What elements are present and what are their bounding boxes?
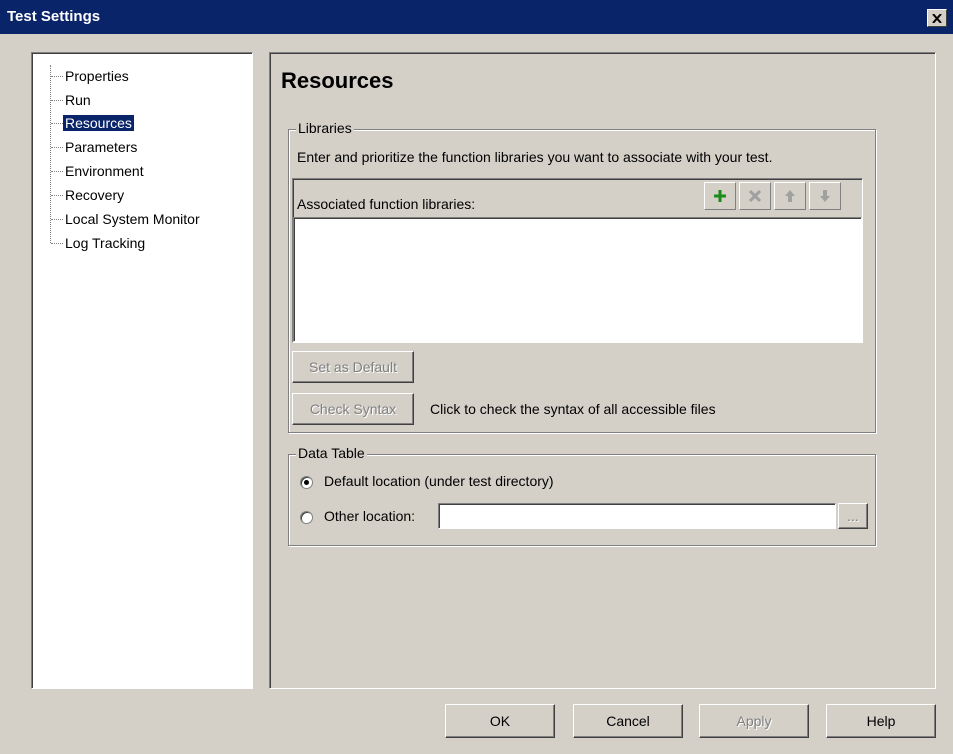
- check-syntax-hint: Click to check the syntax of all accessi…: [430, 401, 716, 417]
- ok-label: OK: [489, 713, 511, 729]
- settings-tree[interactable]: Properties Run Resources Parameters Envi…: [31, 52, 253, 689]
- close-button[interactable]: [927, 9, 947, 27]
- cancel-button[interactable]: Cancel: [573, 704, 683, 738]
- other-location-input[interactable]: [438, 503, 836, 529]
- tree-item-resources[interactable]: Resources: [32, 112, 134, 134]
- cancel-label: Cancel: [606, 713, 650, 729]
- tree-item-label: Recovery: [65, 187, 125, 203]
- set-as-default-label: Set as Default: [309, 359, 397, 375]
- page-title: Resources: [281, 68, 394, 93]
- add-icon: [714, 190, 726, 202]
- default-location-radio[interactable]: [300, 476, 313, 489]
- move-up-button[interactable]: [774, 182, 806, 210]
- tree-item-label: Environment: [65, 163, 144, 179]
- title-bar: Test Settings: [0, 0, 953, 34]
- tree-item-label: Run: [65, 92, 91, 108]
- window-title: Test Settings: [7, 8, 101, 25]
- tree-item-label: Properties: [65, 68, 129, 84]
- tree-item-run[interactable]: Run: [32, 89, 93, 111]
- libraries-list-container: Associated function libraries:: [292, 178, 863, 343]
- data-table-group: [288, 454, 876, 546]
- tree-item-local-system-monitor[interactable]: Local System Monitor: [32, 208, 202, 230]
- close-icon: [932, 13, 942, 23]
- check-syntax-button[interactable]: Check Syntax: [292, 393, 414, 425]
- check-syntax-label: Check Syntax: [309, 401, 397, 417]
- move-up-icon: [785, 190, 795, 202]
- browse-button[interactable]: ...: [838, 503, 868, 529]
- apply-label: Apply: [736, 713, 772, 729]
- help-button[interactable]: Help: [826, 704, 936, 738]
- tree-item-log-tracking[interactable]: Log Tracking: [32, 232, 147, 254]
- tree-item-label: Parameters: [65, 139, 138, 155]
- tree-item-parameters[interactable]: Parameters: [32, 136, 139, 158]
- tree-item-label: Local System Monitor: [65, 211, 200, 227]
- other-location-label[interactable]: Other location:: [324, 508, 415, 524]
- libraries-list-label: Associated function libraries:: [297, 196, 476, 212]
- tree-item-label: Resources: [63, 115, 134, 131]
- move-down-icon: [820, 190, 830, 202]
- remove-library-button[interactable]: [739, 182, 771, 210]
- libraries-list[interactable]: [293, 217, 862, 342]
- set-as-default-button[interactable]: Set as Default: [292, 351, 414, 383]
- libraries-legend: Libraries: [296, 120, 354, 136]
- apply-button[interactable]: Apply: [699, 704, 809, 738]
- tree-item-label: Log Tracking: [65, 235, 146, 251]
- help-label: Help: [866, 713, 896, 729]
- add-library-button[interactable]: [704, 182, 736, 210]
- ok-button[interactable]: OK: [445, 704, 555, 738]
- data-table-legend: Data Table: [296, 445, 367, 461]
- other-location-radio[interactable]: [300, 511, 313, 524]
- libraries-description: Enter and prioritize the function librar…: [297, 149, 773, 165]
- browse-label: ...: [847, 508, 859, 524]
- delete-icon: [749, 190, 761, 202]
- tree-item-properties[interactable]: Properties: [32, 65, 131, 87]
- tree-item-environment[interactable]: Environment: [32, 160, 146, 182]
- move-down-button[interactable]: [809, 182, 841, 210]
- tree-item-recovery[interactable]: Recovery: [32, 184, 126, 206]
- default-location-label[interactable]: Default location (under test directory): [324, 473, 554, 489]
